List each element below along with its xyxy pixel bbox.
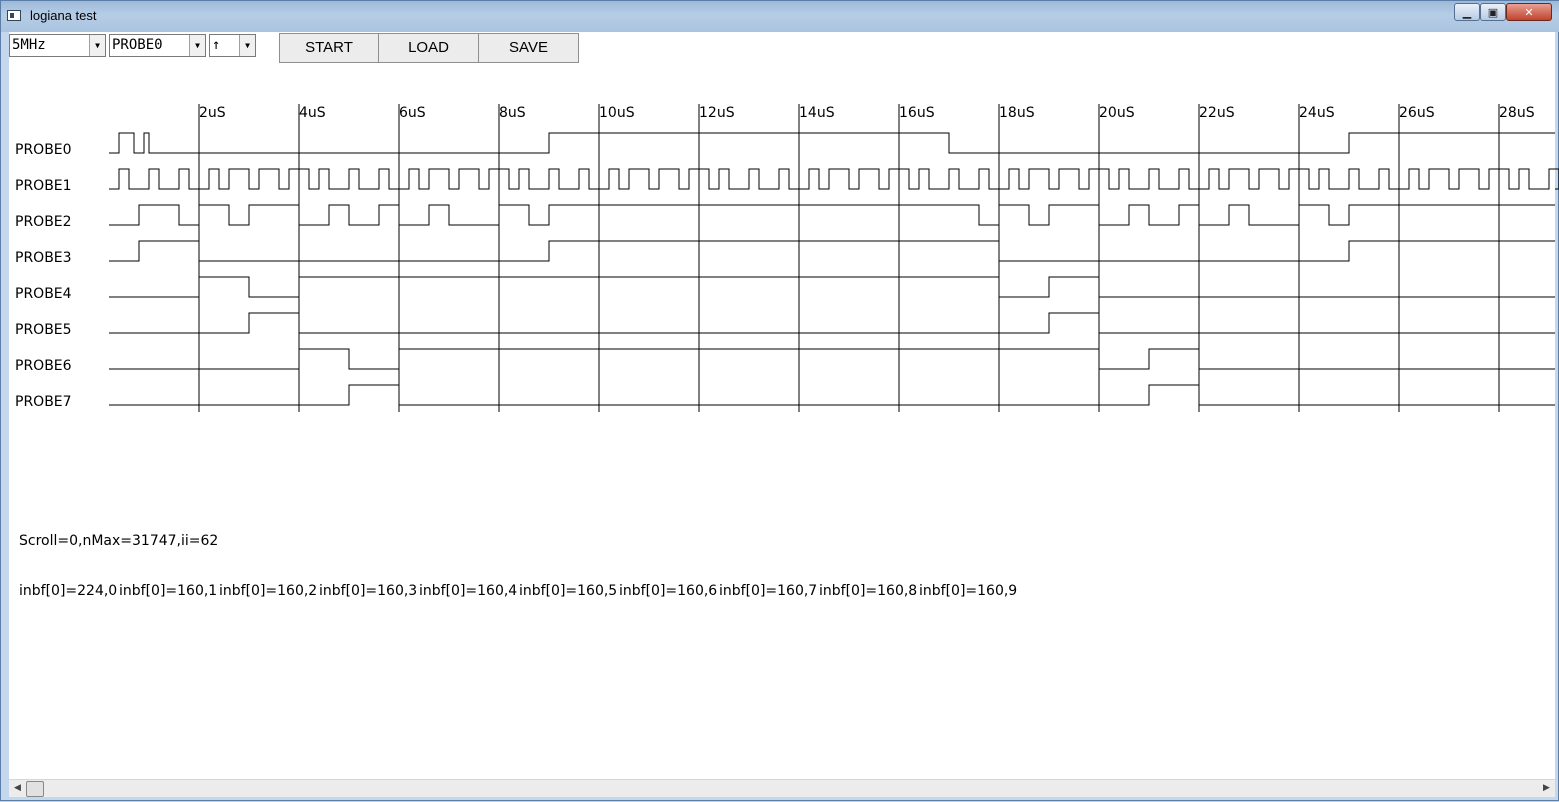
probe-label: PROBE1 bbox=[15, 178, 72, 194]
probe-waveform bbox=[109, 312, 1555, 334]
inbf-value: inbf[0]=160,6 bbox=[619, 583, 718, 599]
inbf-value: inbf[0]=160,5 bbox=[519, 583, 618, 599]
time-label: 20uS bbox=[1099, 105, 1135, 121]
probe-label: PROBE0 bbox=[15, 142, 72, 158]
scroll-status: Scroll=0,nMax=31747,ii=62 bbox=[19, 533, 219, 549]
time-label: 14uS bbox=[799, 105, 835, 121]
horizontal-scrollbar[interactable]: ◀ ▶ bbox=[9, 779, 1555, 797]
probe-waveform bbox=[109, 384, 1555, 406]
inbf-value: inbf[0]=160,4 bbox=[419, 583, 518, 599]
scroll-right-icon[interactable]: ▶ bbox=[1538, 780, 1555, 797]
time-label: 16uS bbox=[899, 105, 935, 121]
probe-label: PROBE4 bbox=[15, 286, 72, 302]
scroll-left-icon[interactable]: ◀ bbox=[9, 780, 26, 797]
time-label: 12uS bbox=[699, 105, 735, 121]
inbf-value: inbf[0]=160,2 bbox=[219, 583, 318, 599]
inbf-value: inbf[0]=224,0 bbox=[19, 583, 118, 599]
probe-label: PROBE3 bbox=[15, 250, 72, 266]
probe-label: PROBE6 bbox=[15, 358, 72, 374]
time-label: 4uS bbox=[299, 105, 326, 121]
probe-waveform bbox=[109, 132, 1555, 154]
time-label: 10uS bbox=[599, 105, 635, 121]
waveform-display: 2uS 4uS 6uS 8uS 10uS 12uS 14uS 16uS 18uS 20uS 22uS… bbox=[15, 104, 1559, 412]
probe-label: PROBE2 bbox=[15, 214, 72, 230]
time-label: 26uS bbox=[1399, 105, 1435, 121]
app-window: logiana test ▁ ▣ ✕ 5MHz ▼ PROBE0 ▼ ↑ ▼ S… bbox=[0, 0, 1559, 801]
inbf-value: inbf[0]=160,7 bbox=[719, 583, 818, 599]
probe-waveform bbox=[109, 168, 1559, 190]
probe-label: PROBE7 bbox=[15, 394, 72, 410]
time-label: 18uS bbox=[999, 105, 1035, 121]
scroll-thumb[interactable] bbox=[26, 781, 44, 797]
time-label: 8uS bbox=[499, 105, 526, 121]
probe-waveform bbox=[109, 204, 1555, 226]
time-label: 28uS bbox=[1499, 105, 1535, 121]
time-label: 2uS bbox=[199, 105, 226, 121]
probe-label: PROBE5 bbox=[15, 322, 72, 338]
inbf-value: inbf[0]=160,1 bbox=[119, 583, 218, 599]
inbf-value: inbf[0]=160,9 bbox=[919, 583, 1018, 599]
inbf-value: inbf[0]=160,8 bbox=[819, 583, 918, 599]
inbf-value: inbf[0]=160,3 bbox=[319, 583, 418, 599]
time-label: 22uS bbox=[1199, 105, 1235, 121]
time-label: 6uS bbox=[399, 105, 426, 121]
time-label: 24uS bbox=[1299, 105, 1335, 121]
probe-waveform bbox=[109, 276, 1555, 298]
probe-waveform bbox=[109, 348, 1555, 370]
probe-waveform bbox=[109, 240, 1555, 262]
